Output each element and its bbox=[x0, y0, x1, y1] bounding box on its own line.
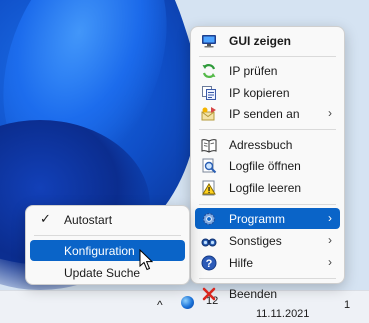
close-x-icon bbox=[202, 287, 216, 301]
menu-item-label: Programm bbox=[229, 212, 286, 226]
mouse-cursor-icon bbox=[139, 249, 153, 271]
menu-item-gui-zeigen[interactable]: GUI zeigen bbox=[195, 30, 340, 51]
menu-item-label: Adressbuch bbox=[229, 138, 293, 152]
menu-item-ip-kopieren[interactable]: IP kopieren bbox=[195, 82, 340, 103]
clock-date[interactable]: 11.11.2021 bbox=[256, 308, 309, 320]
menu-item-label: IP senden an bbox=[229, 107, 300, 121]
menu-item-hilfe[interactable]: ? Hilfe › bbox=[195, 252, 340, 273]
checkmark-icon: ✓ bbox=[40, 211, 51, 226]
menu-item-label: Sonstiges bbox=[229, 234, 282, 248]
tray-context-menu: GUI zeigen IP prüfen IP kopieren IP send… bbox=[190, 26, 345, 301]
send-icon bbox=[201, 107, 216, 121]
submenu-item-label: Autostart bbox=[64, 213, 113, 227]
submenu-item-autostart[interactable]: ✓ Autostart bbox=[30, 209, 185, 230]
binoculars-icon bbox=[201, 238, 217, 247]
copy-icon bbox=[202, 86, 216, 100]
menu-separator bbox=[199, 56, 336, 57]
tray-overflow-chevron-icon[interactable]: ^ bbox=[157, 299, 169, 311]
submenu-item-konfiguration[interactable]: Konfiguration bbox=[30, 240, 185, 261]
submenu-arrow-icon: › bbox=[328, 233, 332, 247]
book-icon bbox=[201, 139, 217, 153]
submenu-arrow-icon: › bbox=[328, 211, 332, 225]
menu-item-label: GUI zeigen bbox=[229, 34, 292, 48]
menu-item-beenden[interactable]: Beenden bbox=[195, 283, 340, 304]
menu-item-label: IP prüfen bbox=[229, 64, 278, 78]
menu-separator bbox=[199, 204, 336, 205]
tray-notification-partial: 1 bbox=[344, 299, 351, 311]
gear-icon bbox=[202, 212, 216, 226]
menu-item-label: Hilfe bbox=[229, 256, 254, 270]
monitor-icon bbox=[202, 35, 216, 48]
help-icon: ? bbox=[201, 255, 217, 271]
refresh-icon bbox=[202, 64, 216, 78]
menu-separator bbox=[199, 278, 336, 279]
magnifier-icon bbox=[202, 158, 217, 174]
menu-item-label: IP kopieren bbox=[229, 86, 290, 100]
menu-item-label: Logfile leeren bbox=[229, 181, 302, 195]
menu-separator bbox=[199, 129, 336, 130]
submenu-arrow-icon: › bbox=[328, 255, 332, 269]
menu-item-logfile-oeffnen[interactable]: Logfile öffnen bbox=[195, 155, 340, 176]
svg-text:?: ? bbox=[206, 258, 213, 270]
tray-app-icon[interactable] bbox=[181, 296, 194, 309]
menu-item-sonstiges[interactable]: Sonstiges › bbox=[195, 230, 340, 251]
warning-icon bbox=[202, 180, 216, 196]
menu-item-logfile-leeren[interactable]: Logfile leeren bbox=[195, 177, 340, 198]
menu-item-ip-pruefen[interactable]: IP prüfen bbox=[195, 60, 340, 81]
submenu-item-update-suche[interactable]: Update Suche bbox=[30, 262, 185, 283]
menu-separator bbox=[34, 235, 181, 236]
menu-item-label: Logfile öffnen bbox=[229, 159, 301, 173]
menu-item-ip-senden-an[interactable]: IP senden an › bbox=[195, 103, 340, 124]
menu-item-label: Beenden bbox=[229, 287, 278, 301]
submenu-item-label: Update Suche bbox=[64, 266, 141, 280]
programm-submenu: ✓ Autostart Konfiguration Update Suche bbox=[25, 205, 190, 285]
submenu-arrow-icon: › bbox=[328, 106, 332, 120]
submenu-item-label: Konfiguration bbox=[64, 244, 135, 258]
menu-item-adressbuch[interactable]: Adressbuch bbox=[195, 134, 340, 155]
menu-item-programm[interactable]: Programm › bbox=[195, 208, 340, 229]
